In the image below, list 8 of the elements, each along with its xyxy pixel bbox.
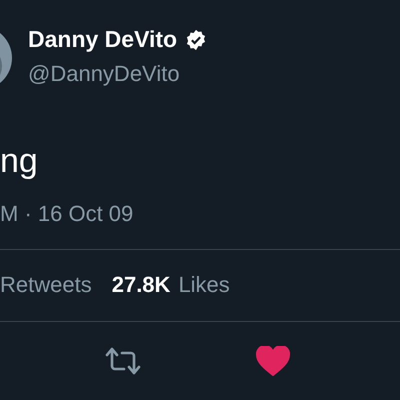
tweet-text: ng [0,142,39,181]
author-handle: @DannyDeVito [28,61,181,87]
tweet-timestamp: M · 16 Oct 09 [0,201,134,227]
stat-label[interactable]: Retweets [0,272,92,298]
heart-icon[interactable] [256,346,290,376]
stat-label[interactable]: 27.8K Likes [112,272,230,298]
retweet-icon[interactable] [105,346,141,376]
author-name: Danny DeVito [28,26,178,53]
